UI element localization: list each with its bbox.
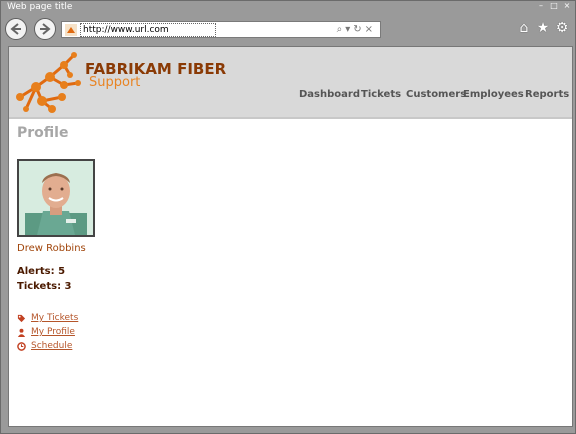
clock-icon	[17, 341, 26, 351]
nav-reports[interactable]: Reports	[525, 89, 569, 100]
home-icon[interactable]: ⌂	[517, 20, 531, 36]
tag-icon	[17, 314, 26, 322]
brand-subtitle: Support	[89, 75, 141, 90]
maximize-button[interactable]: □	[549, 1, 559, 11]
gear-icon[interactable]: ⚙	[555, 20, 569, 36]
window-title: Web page title	[7, 2, 73, 12]
site-icon	[65, 24, 77, 36]
person-icon	[17, 328, 26, 337]
forward-button[interactable]	[34, 18, 56, 40]
title-bar: Web page title – □ ×	[1, 1, 575, 15]
nav-tickets[interactable]: Tickets	[361, 89, 401, 100]
profile-photo	[17, 159, 95, 237]
close-button[interactable]: ×	[562, 1, 572, 11]
link-my-tickets[interactable]: My Tickets	[17, 313, 78, 323]
url-field[interactable]: http://www.url.com	[80, 23, 216, 37]
fabrikam-logo-icon	[16, 52, 81, 113]
browser-window: Web page title – □ × http://www.url.com	[0, 0, 576, 434]
site-header: FABRIKAM FIBER Support Dashboard Tickets…	[9, 47, 572, 119]
browser-toolbar: http://www.url.com ⌕▾↻× ⌂ ★ ⚙	[1, 15, 575, 45]
profile-name: Drew Robbins	[17, 243, 86, 254]
nav-dashboard[interactable]: Dashboard	[299, 89, 360, 100]
link-schedule[interactable]: Schedule	[17, 341, 72, 351]
dropdown-icon[interactable]: ▾	[345, 24, 353, 35]
my-tickets-link[interactable]: My Tickets	[31, 313, 78, 323]
schedule-link[interactable]: Schedule	[31, 341, 72, 351]
nav-employees[interactable]: Employees	[463, 89, 524, 100]
nav-customers[interactable]: Customers	[406, 89, 466, 100]
forward-arrow-icon	[40, 23, 51, 35]
page-content: FABRIKAM FIBER Support Dashboard Tickets…	[8, 46, 573, 427]
address-bar[interactable]: http://www.url.com ⌕▾↻×	[61, 21, 381, 38]
my-profile-link[interactable]: My Profile	[31, 327, 75, 337]
back-button[interactable]	[5, 18, 27, 40]
address-bar-tools: ⌕▾↻×	[337, 22, 376, 37]
alerts-count: Alerts: 5	[17, 266, 66, 277]
browser-actions: ⌂ ★ ⚙	[517, 20, 569, 36]
window-controls: – □ ×	[536, 1, 572, 11]
search-icon[interactable]: ⌕	[337, 24, 346, 35]
star-icon[interactable]: ★	[536, 20, 550, 36]
link-my-profile[interactable]: My Profile	[17, 327, 75, 337]
refresh-icon[interactable]: ↻	[353, 24, 364, 35]
avatar-icon	[19, 161, 93, 235]
page-title: Profile	[17, 125, 69, 141]
back-arrow-icon	[10, 23, 21, 35]
tickets-count: Tickets: 3	[17, 281, 72, 292]
stop-icon[interactable]: ×	[365, 24, 376, 35]
minimize-button[interactable]: –	[536, 1, 546, 11]
